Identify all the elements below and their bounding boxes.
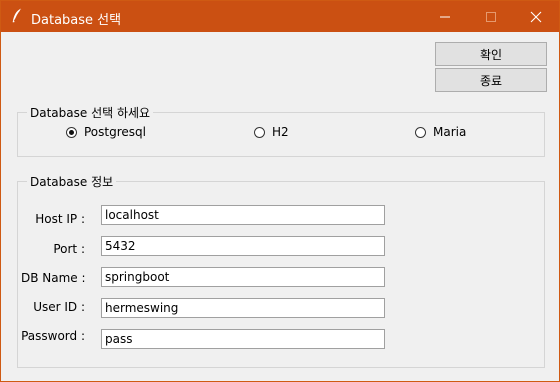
radio-label: Maria	[433, 125, 467, 139]
radio-label: H2	[272, 125, 289, 139]
feather-icon	[10, 8, 24, 24]
db-name-field[interactable]: springboot	[101, 267, 385, 287]
app-window: Database 선택 확인 종료 Database 선택 하세요 Postgr…	[0, 0, 560, 382]
radio-circle[interactable]	[415, 126, 426, 138]
db-name-label: DB Name :	[21, 271, 86, 285]
minimize-icon	[440, 16, 450, 17]
user-id-label: User ID :	[33, 300, 85, 314]
title-bar[interactable]: Database 선택	[1, 1, 559, 32]
radio-maria[interactable]: Maria	[415, 125, 466, 139]
host-ip-field[interactable]: localhost	[101, 205, 385, 225]
host-ip-label: Host IP :	[35, 212, 85, 226]
maximize-button[interactable]	[468, 1, 514, 32]
db-info-legend: Database 정보	[27, 173, 117, 190]
db-select-legend: Database 선택 하세요	[27, 104, 154, 121]
radio-selected-dot	[69, 129, 74, 135]
port-label: Port :	[53, 242, 85, 256]
user-id-field[interactable]: hermeswing	[101, 298, 385, 318]
radio-h2[interactable]: H2	[254, 125, 289, 139]
radio-label: Postgresql	[84, 125, 146, 139]
radio-circle[interactable]	[254, 126, 265, 138]
window-title: Database 선택	[31, 13, 122, 28]
password-field[interactable]: pass	[101, 329, 385, 349]
close-icon	[530, 11, 542, 22]
radio-circle[interactable]	[66, 126, 77, 138]
radio-postgresql[interactable]: Postgresql	[66, 125, 146, 139]
close-button[interactable]	[513, 1, 559, 32]
minimize-button[interactable]	[422, 1, 468, 32]
password-label: Password :	[21, 329, 85, 343]
exit-button[interactable]: 종료	[435, 68, 547, 92]
confirm-button[interactable]: 확인	[435, 42, 547, 66]
maximize-icon	[486, 11, 496, 22]
port-field[interactable]: 5432	[101, 236, 385, 256]
